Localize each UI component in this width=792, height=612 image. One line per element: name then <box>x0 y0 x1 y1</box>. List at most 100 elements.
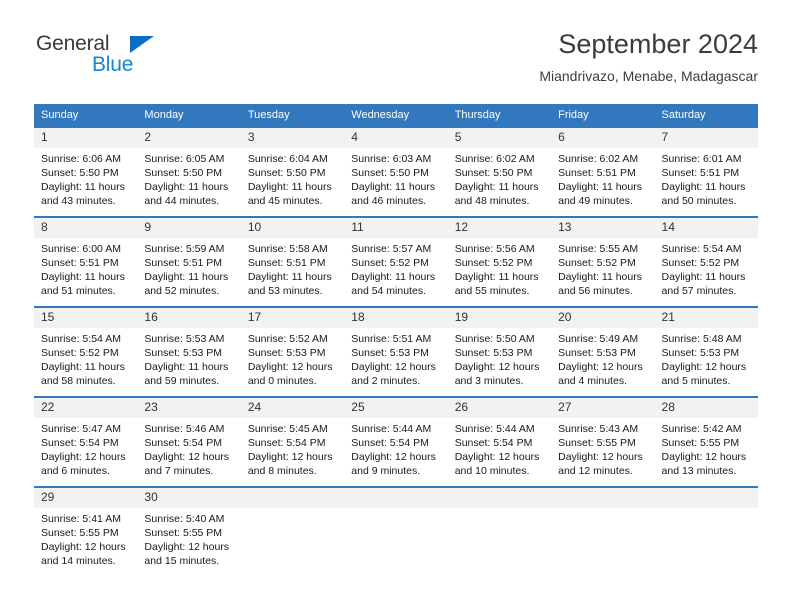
day-details: Sunrise: 5:44 AM Sunset: 5:54 PM Daylight:… <box>448 418 551 478</box>
day-number: 12 <box>447 218 552 238</box>
daylight-text-line2: and 57 minutes. <box>661 285 737 297</box>
sunset-text: Sunset: 5:51 PM <box>661 167 740 179</box>
calendar-day-cell[interactable]: 27 Sunrise: 5:43 AM Sunset: 5:55 PM Dayligh… <box>551 396 655 487</box>
calendar-day-cell[interactable]: 21 Sunrise: 5:48 AM Sunset: 5:53 PM Dayligh… <box>654 306 758 397</box>
daylight-text-line1: Daylight: 11 hours <box>41 181 125 193</box>
sunset-text: Sunset: 5:51 PM <box>247 257 326 269</box>
calendar-day-cell[interactable]: 17 Sunrise: 5:52 AM Sunset: 5:53 PM Dayligh… <box>240 306 345 397</box>
calendar-day-cell[interactable]: 23 Sunrise: 5:46 AM Sunset: 5:54 PM Dayligh… <box>137 396 241 487</box>
daylight-text-line1: Daylight: 11 hours <box>661 271 746 283</box>
calendar-day-cell[interactable]: 14 Sunrise: 5:54 AM Sunset: 5:52 PM Dayligh… <box>654 216 758 307</box>
day-number: 18 <box>344 308 448 328</box>
day-number: 19 <box>447 308 552 328</box>
calendar-page: General Blue September 2024 Miandrivazo,… <box>0 0 792 612</box>
sunset-text: Sunset: 5:54 PM <box>144 437 223 449</box>
calendar-day-cell[interactable]: 9 Sunrise: 5:59 AM Sunset: 5:51 PM Daylight… <box>137 216 241 307</box>
daylight-text-line2: and 9 minutes. <box>351 465 421 477</box>
daylight-text-line2: and 6 minutes. <box>41 465 110 477</box>
calendar-day-cell[interactable]: 16 Sunrise: 5:53 AM Sunset: 5:53 PM Dayligh… <box>137 306 241 397</box>
calendar-day-cell[interactable]: 26 Sunrise: 5:44 AM Sunset: 5:54 PM Dayligh… <box>447 396 552 487</box>
day-number: 28 <box>654 398 758 418</box>
calendar-body: 1 Sunrise: 6:06 AM Sunset: 5:50 PM Daylight… <box>34 126 758 576</box>
brand-logo[interactable]: General Blue <box>34 28 294 90</box>
daylight-text-line1: Daylight: 11 hours <box>351 271 436 283</box>
day-details: Sunrise: 5:56 AM Sunset: 5:52 PM Daylight:… <box>448 238 551 298</box>
day-number <box>240 488 345 508</box>
calendar-day-cell[interactable]: 13 Sunrise: 5:55 AM Sunset: 5:52 PM Dayligh… <box>551 216 655 307</box>
day-number: 26 <box>447 398 552 418</box>
daylight-text-line2: and 55 minutes. <box>454 285 530 297</box>
calendar-day-cell[interactable]: 6 Sunrise: 6:02 AM Sunset: 5:51 PM Daylight… <box>551 126 655 217</box>
day-details: Sunrise: 6:02 AM Sunset: 5:51 PM Daylight:… <box>551 148 654 208</box>
day-number: 24 <box>240 398 345 418</box>
calendar-day-cell[interactable]: 20 Sunrise: 5:49 AM Sunset: 5:53 PM Dayligh… <box>551 306 655 397</box>
calendar-day-cell[interactable]: 15 Sunrise: 5:54 AM Sunset: 5:52 PM Dayligh… <box>34 306 138 397</box>
daylight-text-line2: and 13 minutes. <box>661 465 737 477</box>
calendar-day-cell[interactable]: 8 Sunrise: 6:00 AM Sunset: 5:51 PM Daylight… <box>34 216 138 307</box>
sunrise-text: Sunrise: 5:59 AM <box>144 243 225 255</box>
day-number: 30 <box>137 488 241 508</box>
calendar-day-cell[interactable]: 24 Sunrise: 5:45 AM Sunset: 5:54 PM Dayligh… <box>240 396 345 487</box>
sunrise-text: Sunrise: 5:43 AM <box>558 423 639 435</box>
calendar-day-cell[interactable]: 1 Sunrise: 6:06 AM Sunset: 5:50 PM Daylight… <box>34 126 138 217</box>
weekday-header-friday: Friday <box>551 104 655 127</box>
day-number: 21 <box>654 308 758 328</box>
sunrise-text: Sunrise: 6:04 AM <box>247 153 328 165</box>
calendar-day-cell[interactable]: 30 Sunrise: 5:40 AM Sunset: 5:55 PM Dayligh… <box>137 486 241 576</box>
day-details <box>655 508 758 522</box>
daylight-text-line1: Daylight: 12 hours <box>661 361 747 373</box>
daylight-text-line1: Daylight: 12 hours <box>247 451 333 463</box>
daylight-text-line1: Daylight: 12 hours <box>454 451 540 463</box>
day-details: Sunrise: 6:06 AM Sunset: 5:50 PM Daylight:… <box>34 148 137 208</box>
calendar-day-cell[interactable]: 3 Sunrise: 6:04 AM Sunset: 5:50 PM Daylight… <box>240 126 345 217</box>
brand-triangle-icon <box>130 36 154 53</box>
day-number: 16 <box>137 308 241 328</box>
calendar-day-cell[interactable]: 5 Sunrise: 6:02 AM Sunset: 5:50 PM Daylight… <box>447 126 552 217</box>
daylight-text-line2: and 46 minutes. <box>351 195 426 207</box>
calendar-day-cell[interactable]: 2 Sunrise: 6:05 AM Sunset: 5:50 PM Daylight… <box>137 126 241 217</box>
sunset-text: Sunset: 5:53 PM <box>661 347 740 359</box>
daylight-text-line2: and 58 minutes. <box>41 375 116 387</box>
sunrise-text: Sunrise: 5:41 AM <box>41 513 121 525</box>
day-number: 1 <box>34 128 138 148</box>
day-details: Sunrise: 5:46 AM Sunset: 5:54 PM Daylight:… <box>137 418 240 478</box>
daylight-text-line1: Daylight: 11 hours <box>41 271 125 283</box>
day-number: 11 <box>344 218 448 238</box>
calendar-day-cell[interactable]: 19 Sunrise: 5:50 AM Sunset: 5:53 PM Dayligh… <box>447 306 552 397</box>
day-details: Sunrise: 5:57 AM Sunset: 5:52 PM Daylight:… <box>344 238 447 298</box>
sunset-text: Sunset: 5:53 PM <box>351 347 429 359</box>
calendar-day-cell[interactable]: 29 Sunrise: 5:41 AM Sunset: 5:55 PM Dayligh… <box>34 486 138 576</box>
calendar-day-cell[interactable]: 11 Sunrise: 5:57 AM Sunset: 5:52 PM Dayligh… <box>344 216 448 307</box>
page-subtitle: Miandrivazo, Menabe, Madagascar <box>539 68 758 84</box>
calendar-day-cell-empty <box>240 486 345 576</box>
day-number: 29 <box>34 488 138 508</box>
weekday-header-row: Sunday Monday Tuesday Wednesday Thursday… <box>34 104 758 127</box>
sunrise-text: Sunrise: 5:53 AM <box>144 333 225 345</box>
sunset-text: Sunset: 5:52 PM <box>41 347 119 359</box>
sunset-text: Sunset: 5:51 PM <box>41 257 119 269</box>
calendar-day-cell[interactable]: 22 Sunrise: 5:47 AM Sunset: 5:54 PM Dayligh… <box>34 396 138 487</box>
sunrise-text: Sunrise: 6:03 AM <box>351 153 432 165</box>
daylight-text-line2: and 7 minutes. <box>144 465 214 477</box>
daylight-text-line1: Daylight: 11 hours <box>144 181 229 193</box>
calendar-day-cell[interactable]: 28 Sunrise: 5:42 AM Sunset: 5:55 PM Dayligh… <box>654 396 758 487</box>
daylight-text-line2: and 51 minutes. <box>41 285 116 297</box>
calendar-day-cell[interactable]: 7 Sunrise: 6:01 AM Sunset: 5:51 PM Daylight… <box>654 126 758 217</box>
sunset-text: Sunset: 5:50 PM <box>247 167 326 179</box>
calendar-week-row: 1 Sunrise: 6:06 AM Sunset: 5:50 PM Daylight… <box>34 126 758 217</box>
calendar-day-cell[interactable]: 4 Sunrise: 6:03 AM Sunset: 5:50 PM Daylight… <box>344 126 448 217</box>
daylight-text-line1: Daylight: 12 hours <box>351 451 436 463</box>
daylight-text-line1: Daylight: 11 hours <box>454 271 539 283</box>
calendar-day-cell-empty <box>344 486 448 576</box>
sunset-text: Sunset: 5:52 PM <box>351 257 429 269</box>
calendar-day-cell[interactable]: 12 Sunrise: 5:56 AM Sunset: 5:52 PM Dayligh… <box>447 216 552 307</box>
daylight-text-line1: Daylight: 12 hours <box>41 541 126 553</box>
calendar-day-cell[interactable]: 18 Sunrise: 5:51 AM Sunset: 5:53 PM Dayligh… <box>344 306 448 397</box>
day-details: Sunrise: 5:51 AM Sunset: 5:53 PM Daylight:… <box>344 328 447 388</box>
day-number: 22 <box>34 398 138 418</box>
calendar-day-cell[interactable]: 25 Sunrise: 5:44 AM Sunset: 5:54 PM Dayligh… <box>344 396 448 487</box>
day-details: Sunrise: 5:42 AM Sunset: 5:55 PM Daylight:… <box>655 418 758 478</box>
sunset-text: Sunset: 5:54 PM <box>41 437 119 449</box>
day-details <box>241 508 344 522</box>
calendar-day-cell[interactable]: 10 Sunrise: 5:58 AM Sunset: 5:51 PM Dayligh… <box>240 216 345 307</box>
